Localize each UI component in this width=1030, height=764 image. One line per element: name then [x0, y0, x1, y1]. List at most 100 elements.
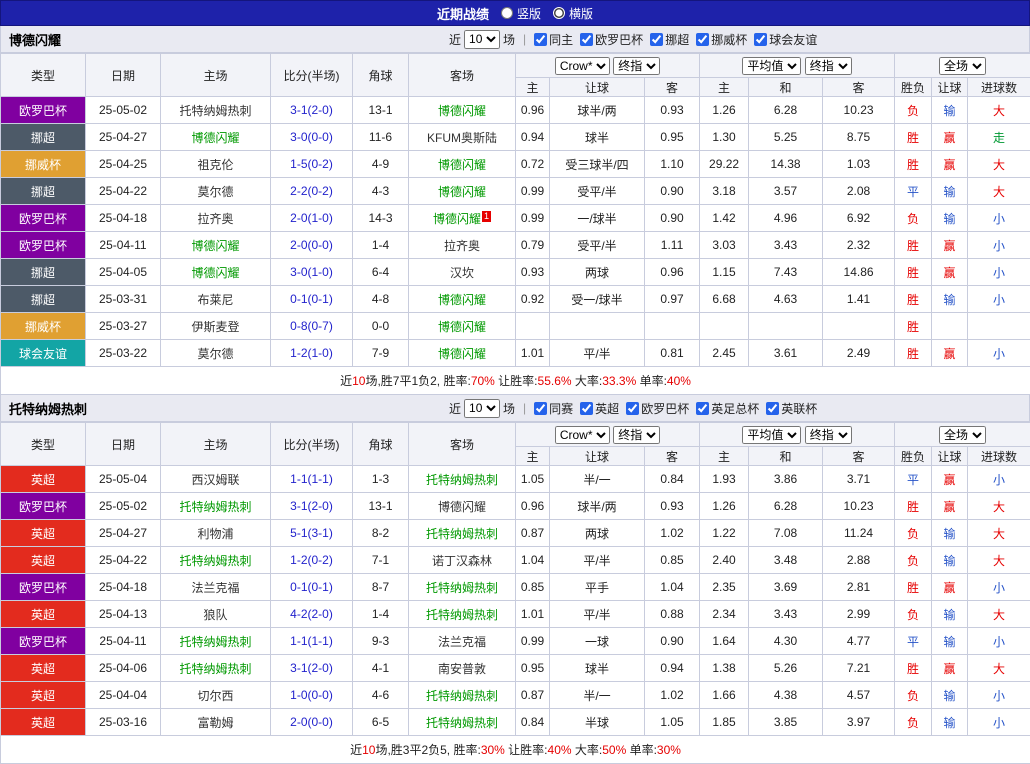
away-team[interactable]: 博德闪耀 — [409, 97, 516, 124]
match-score[interactable]: 0-1(0-1) — [271, 574, 353, 601]
away-team[interactable]: 南安普敦 — [409, 655, 516, 682]
match-score[interactable]: 0-1(0-1) — [271, 286, 353, 313]
filter-挪威杯[interactable]: 挪威杯 — [696, 31, 747, 48]
match-score[interactable]: 1-2(0-2) — [271, 547, 353, 574]
match-score[interactable]: 2-0(1-0) — [271, 205, 353, 232]
home-team[interactable]: 祖克伦 — [161, 151, 271, 178]
bookmaker-select[interactable]: Crow* — [555, 426, 610, 444]
summary-row: 近10场,胜7平1负2, 胜率:70% 让胜率:55.6% 大率:33.3% 单… — [1, 367, 1030, 395]
home-team[interactable]: 托特纳姆热刺 — [161, 547, 271, 574]
home-team[interactable]: 托特纳姆热刺 — [161, 97, 271, 124]
match-score[interactable]: 1-2(1-0) — [271, 340, 353, 367]
home-team[interactable]: 利物浦 — [161, 520, 271, 547]
match-score[interactable]: 5-1(3-1) — [271, 520, 353, 547]
away-team[interactable]: 博德闪耀 — [409, 340, 516, 367]
match-score[interactable]: 3-1(2-0) — [271, 493, 353, 520]
match-score[interactable]: 1-1(1-1) — [271, 466, 353, 493]
home-team[interactable]: 西汉姆联 — [161, 466, 271, 493]
filter-checkbox[interactable] — [534, 33, 547, 46]
away-team[interactable]: 诺丁汉森林 — [409, 547, 516, 574]
home-team[interactable]: 狼队 — [161, 601, 271, 628]
match-score[interactable]: 1-1(1-1) — [271, 628, 353, 655]
filter-英足总杯[interactable]: 英足总杯 — [696, 400, 759, 417]
match-score[interactable]: 3-0(0-0) — [271, 124, 353, 151]
away-team[interactable]: 托特纳姆热刺 — [409, 601, 516, 628]
away-team[interactable]: 汉坎 — [409, 259, 516, 286]
filter-欧罗巴杯[interactable]: 欧罗巴杯 — [626, 400, 689, 417]
away-team[interactable]: 托特纳姆热刺 — [409, 520, 516, 547]
stage-select[interactable]: 终指 — [613, 57, 660, 75]
match-score[interactable]: 3-0(1-0) — [271, 259, 353, 286]
home-team[interactable]: 托特纳姆热刺 — [161, 493, 271, 520]
filter-checkbox[interactable] — [534, 402, 547, 415]
home-team[interactable]: 博德闪耀 — [161, 232, 271, 259]
home-team[interactable]: 切尔西 — [161, 682, 271, 709]
filter-英联杯[interactable]: 英联杯 — [766, 400, 817, 417]
match-score[interactable]: 1-5(0-2) — [271, 151, 353, 178]
match-score[interactable]: 3-1(2-0) — [271, 655, 353, 682]
filter-同主[interactable]: 同主 — [534, 31, 573, 48]
bookmaker-select[interactable]: Crow* — [555, 57, 610, 75]
filter-checkbox[interactable] — [580, 402, 593, 415]
recent-count-select[interactable]: 10 — [464, 399, 500, 418]
filter-checkbox[interactable] — [766, 402, 779, 415]
home-team[interactable]: 法兰克福 — [161, 574, 271, 601]
home-team[interactable]: 布莱尼 — [161, 286, 271, 313]
match-score[interactable]: 0-8(0-7) — [271, 313, 353, 340]
home-team[interactable]: 伊斯麦登 — [161, 313, 271, 340]
away-team[interactable]: 博德闪耀1 — [409, 205, 516, 232]
filter-挪超[interactable]: 挪超 — [650, 31, 689, 48]
layout-option-vertical[interactable]: 竖版 — [501, 5, 541, 22]
filter-同赛[interactable]: 同赛 — [534, 400, 573, 417]
home-team[interactable]: 托特纳姆热刺 — [161, 628, 271, 655]
match-score[interactable]: 4-2(2-0) — [271, 601, 353, 628]
filter-球会友谊[interactable]: 球会友谊 — [754, 31, 817, 48]
home-team[interactable]: 托特纳姆热刺 — [161, 655, 271, 682]
scope-select[interactable]: 全场 — [939, 426, 986, 444]
away-team[interactable]: KFUM奥斯陆 — [409, 124, 516, 151]
home-team[interactable]: 莫尔德 — [161, 178, 271, 205]
away-team[interactable]: 博德闪耀 — [409, 313, 516, 340]
filter-checkbox[interactable] — [626, 402, 639, 415]
filter-checkbox[interactable] — [650, 33, 663, 46]
away-team[interactable]: 博德闪耀 — [409, 286, 516, 313]
scope-select[interactable]: 全场 — [939, 57, 986, 75]
recent-count-select[interactable]: 10 — [464, 30, 500, 49]
away-team[interactable]: 托特纳姆热刺 — [409, 709, 516, 736]
match-score[interactable]: 3-1(2-0) — [271, 97, 353, 124]
away-team[interactable]: 托特纳姆热刺 — [409, 682, 516, 709]
away-team[interactable]: 托特纳姆热刺 — [409, 466, 516, 493]
vertical-layout-radio[interactable] — [501, 7, 513, 19]
match-score[interactable]: 2-2(0-2) — [271, 178, 353, 205]
away-team[interactable]: 博德闪耀 — [409, 178, 516, 205]
horizontal-layout-radio[interactable] — [553, 7, 565, 19]
handicap-line: 球半/两 — [550, 97, 645, 124]
home-team[interactable]: 博德闪耀 — [161, 259, 271, 286]
stage-select[interactable]: 终指 — [613, 426, 660, 444]
match-score[interactable]: 1-0(0-0) — [271, 682, 353, 709]
filter-checkbox[interactable] — [696, 402, 709, 415]
away-team[interactable]: 博德闪耀 — [409, 151, 516, 178]
filter-英超[interactable]: 英超 — [580, 400, 619, 417]
corner-score: 8-7 — [353, 574, 409, 601]
average-stage-select[interactable]: 终指 — [805, 426, 852, 444]
filter-checkbox[interactable] — [754, 33, 767, 46]
home-team[interactable]: 博德闪耀 — [161, 124, 271, 151]
home-team[interactable]: 莫尔德 — [161, 340, 271, 367]
away-team[interactable]: 博德闪耀 — [409, 493, 516, 520]
filter-checkbox[interactable] — [696, 33, 709, 46]
average-stage-select[interactable]: 终指 — [805, 57, 852, 75]
away-team[interactable]: 托特纳姆热刺 — [409, 574, 516, 601]
home-team[interactable]: 拉齐奥 — [161, 205, 271, 232]
match-score[interactable]: 2-0(0-0) — [271, 709, 353, 736]
average-select[interactable]: 平均值 — [742, 57, 801, 75]
avg-draw-odds: 3.61 — [749, 340, 823, 367]
away-team[interactable]: 法兰克福 — [409, 628, 516, 655]
filter-checkbox[interactable] — [580, 33, 593, 46]
away-team[interactable]: 拉齐奥 — [409, 232, 516, 259]
filter-欧罗巴杯[interactable]: 欧罗巴杯 — [580, 31, 643, 48]
match-score[interactable]: 2-0(0-0) — [271, 232, 353, 259]
home-team[interactable]: 富勒姆 — [161, 709, 271, 736]
average-select[interactable]: 平均值 — [742, 426, 801, 444]
layout-option-horizontal[interactable]: 横版 — [553, 5, 593, 22]
